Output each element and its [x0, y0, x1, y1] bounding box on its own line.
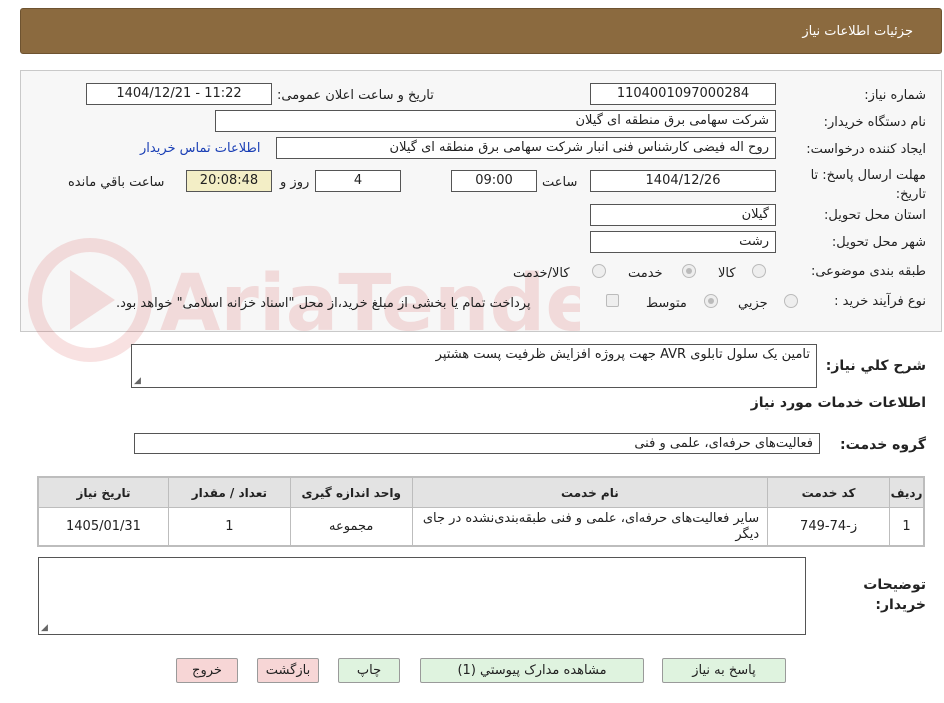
col-unit: واحد اندازه گیری	[289, 477, 413, 508]
services-table: ردیف کد خدمت نام خدمت واحد اندازه گیری ت…	[37, 476, 925, 547]
remaining-label: ساعت باقي مانده	[68, 175, 165, 190]
deadline-time-label: ساعت	[542, 175, 578, 190]
summary-textarea[interactable]: تامین یک سلول تابلوی AVR جهت پروژه افزای…	[131, 344, 817, 388]
need-number-field[interactable]: 1104001097000284	[590, 83, 776, 105]
city-field[interactable]: رشت	[590, 231, 776, 253]
payment-note: پرداخت تمام یا بخشی از مبلغ خرید،از محل …	[116, 296, 531, 311]
buyer-contact-link[interactable]: اطلاعات تماس خریدار	[140, 141, 260, 156]
summary-text: تامین یک سلول تابلوی AVR جهت پروژه افزای…	[435, 347, 810, 362]
province-label: استان محل تحویل:	[824, 208, 926, 223]
col-name: نام خدمت	[411, 477, 769, 508]
process-radio-minor[interactable]	[784, 294, 798, 308]
category-radio-goods[interactable]	[752, 264, 766, 278]
creator-field[interactable]: روح اله فیضی کارشناس فنی انبار شرکت سهام…	[276, 137, 776, 159]
service-group-label: گروه خدمت:	[840, 437, 926, 453]
announce-date-field[interactable]: 1404/12/21 - 11:22	[86, 83, 272, 105]
creator-label: ایجاد کننده درخواست:	[806, 142, 926, 157]
category-option-service: خدمت	[628, 266, 663, 281]
process-option-medium: متوسط	[646, 296, 687, 311]
treasury-checkbox[interactable]	[606, 294, 619, 307]
cell-unit: مجموعه	[289, 507, 413, 546]
deadline-time-field[interactable]: 09:00	[451, 170, 537, 192]
cell-qty: 1	[167, 507, 291, 546]
service-group-field[interactable]: فعالیت‌های حرفه‌ای، علمی و فنی	[134, 433, 820, 454]
print-button[interactable]: چاپ	[338, 658, 400, 683]
page-header: جزئیات اطلاعات نیاز	[20, 8, 942, 54]
page-title: جزئیات اطلاعات نیاز	[802, 24, 913, 39]
cell-name: سایر فعالیت‌های حرفه‌ای، علمی و فنی طبقه…	[411, 507, 769, 546]
category-option-goods: کالا	[718, 266, 736, 281]
category-radio-goods-service[interactable]	[592, 264, 606, 278]
remaining-time-field[interactable]: 20:08:48	[186, 170, 272, 192]
days-remaining-field[interactable]: 4	[315, 170, 401, 192]
table-header-row: ردیف کد خدمت نام خدمت واحد اندازه گیری ت…	[38, 477, 924, 508]
process-radio-medium[interactable]	[704, 294, 718, 308]
buyer-field[interactable]: شرکت سهامی برق منطقه ای گیلان	[215, 110, 776, 132]
city-label: شهر محل تحویل:	[831, 235, 926, 250]
col-row: ردیف	[889, 477, 924, 508]
cell-code: ز-74-749	[767, 507, 891, 546]
buyer-label: نام دستگاه خریدار:	[823, 115, 926, 130]
announce-label: تاریخ و ساعت اعلان عمومی:	[277, 88, 434, 103]
category-radio-service[interactable]	[682, 264, 696, 278]
buyer-notes-textarea[interactable]: ◢	[38, 557, 806, 635]
resize-grip-icon[interactable]: ◢	[134, 376, 141, 386]
buyer-notes-label: توضیحات خریدار:	[863, 577, 926, 613]
category-option-goods-service: کالا/خدمت	[513, 266, 570, 281]
cell-row: 1	[889, 507, 924, 546]
cell-date: 1405/01/31	[38, 507, 169, 546]
view-attachments-button[interactable]: مشاهده مدارک پیوستي (1)	[420, 658, 644, 683]
col-date: تاریخ نیاز	[38, 477, 169, 508]
summary-label: شرح کلي نیاز:	[825, 358, 926, 374]
province-field[interactable]: گیلان	[590, 204, 776, 226]
deadline-date-field[interactable]: 1404/12/26	[590, 170, 776, 192]
category-label: طبقه بندی موضوعی:	[810, 264, 926, 279]
deadline-label: مهلت ارسال پاسخ: تا تاریخ:	[810, 168, 926, 202]
process-label: نوع فرآیند خرید :	[834, 294, 926, 309]
need-number-label: شماره نیاز:	[864, 88, 926, 103]
col-code: کد خدمت	[767, 477, 891, 508]
back-button[interactable]: بازگشت	[257, 658, 319, 683]
process-option-minor: جزيي	[738, 296, 768, 311]
table-row: 1 ز-74-749 سایر فعالیت‌های حرفه‌ای، علمی…	[38, 507, 924, 546]
days-label: روز و	[280, 175, 310, 190]
col-qty: تعداد / مقدار	[167, 477, 291, 508]
reply-button[interactable]: پاسخ به نیاز	[662, 658, 786, 683]
exit-button[interactable]: خروج	[176, 658, 238, 683]
services-section-title: اطلاعات خدمات مورد نیاز	[750, 395, 926, 411]
resize-grip-icon[interactable]: ◢	[41, 623, 48, 633]
